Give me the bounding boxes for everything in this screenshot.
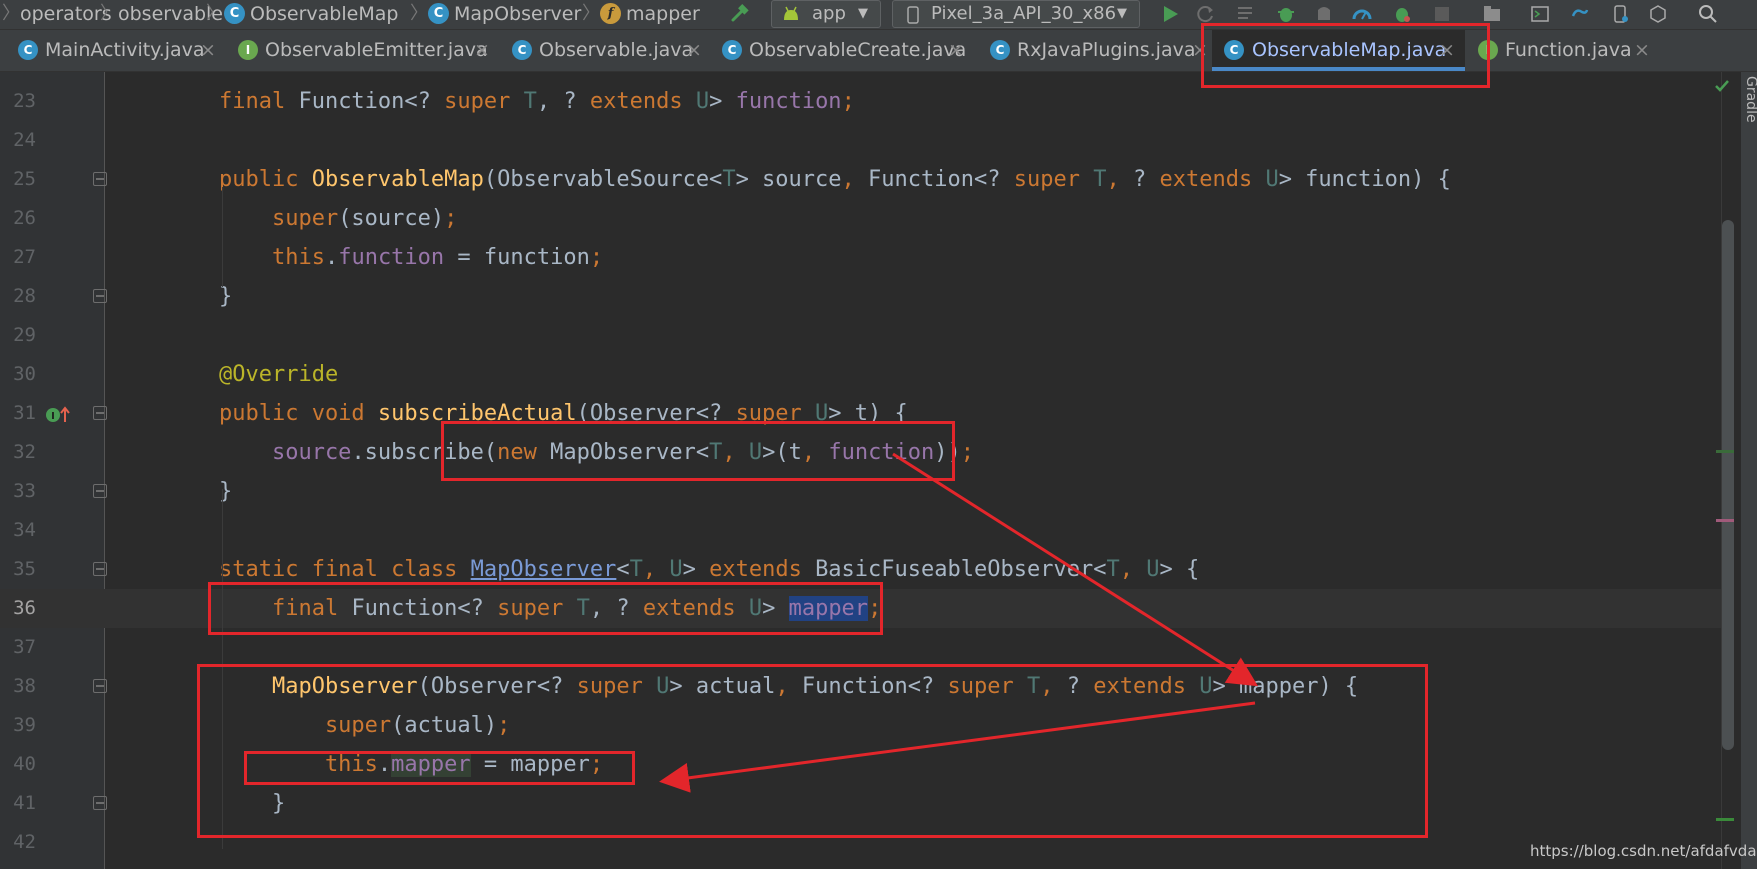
annotation-arrows [659, 452, 1259, 793]
arrow-mapper-param-to-assignment [659, 701, 1256, 793]
arrow-function-to-mapper-param [892, 452, 1259, 687]
watermark: https://blog.csdn.net/afdafvdaa [1530, 842, 1757, 860]
